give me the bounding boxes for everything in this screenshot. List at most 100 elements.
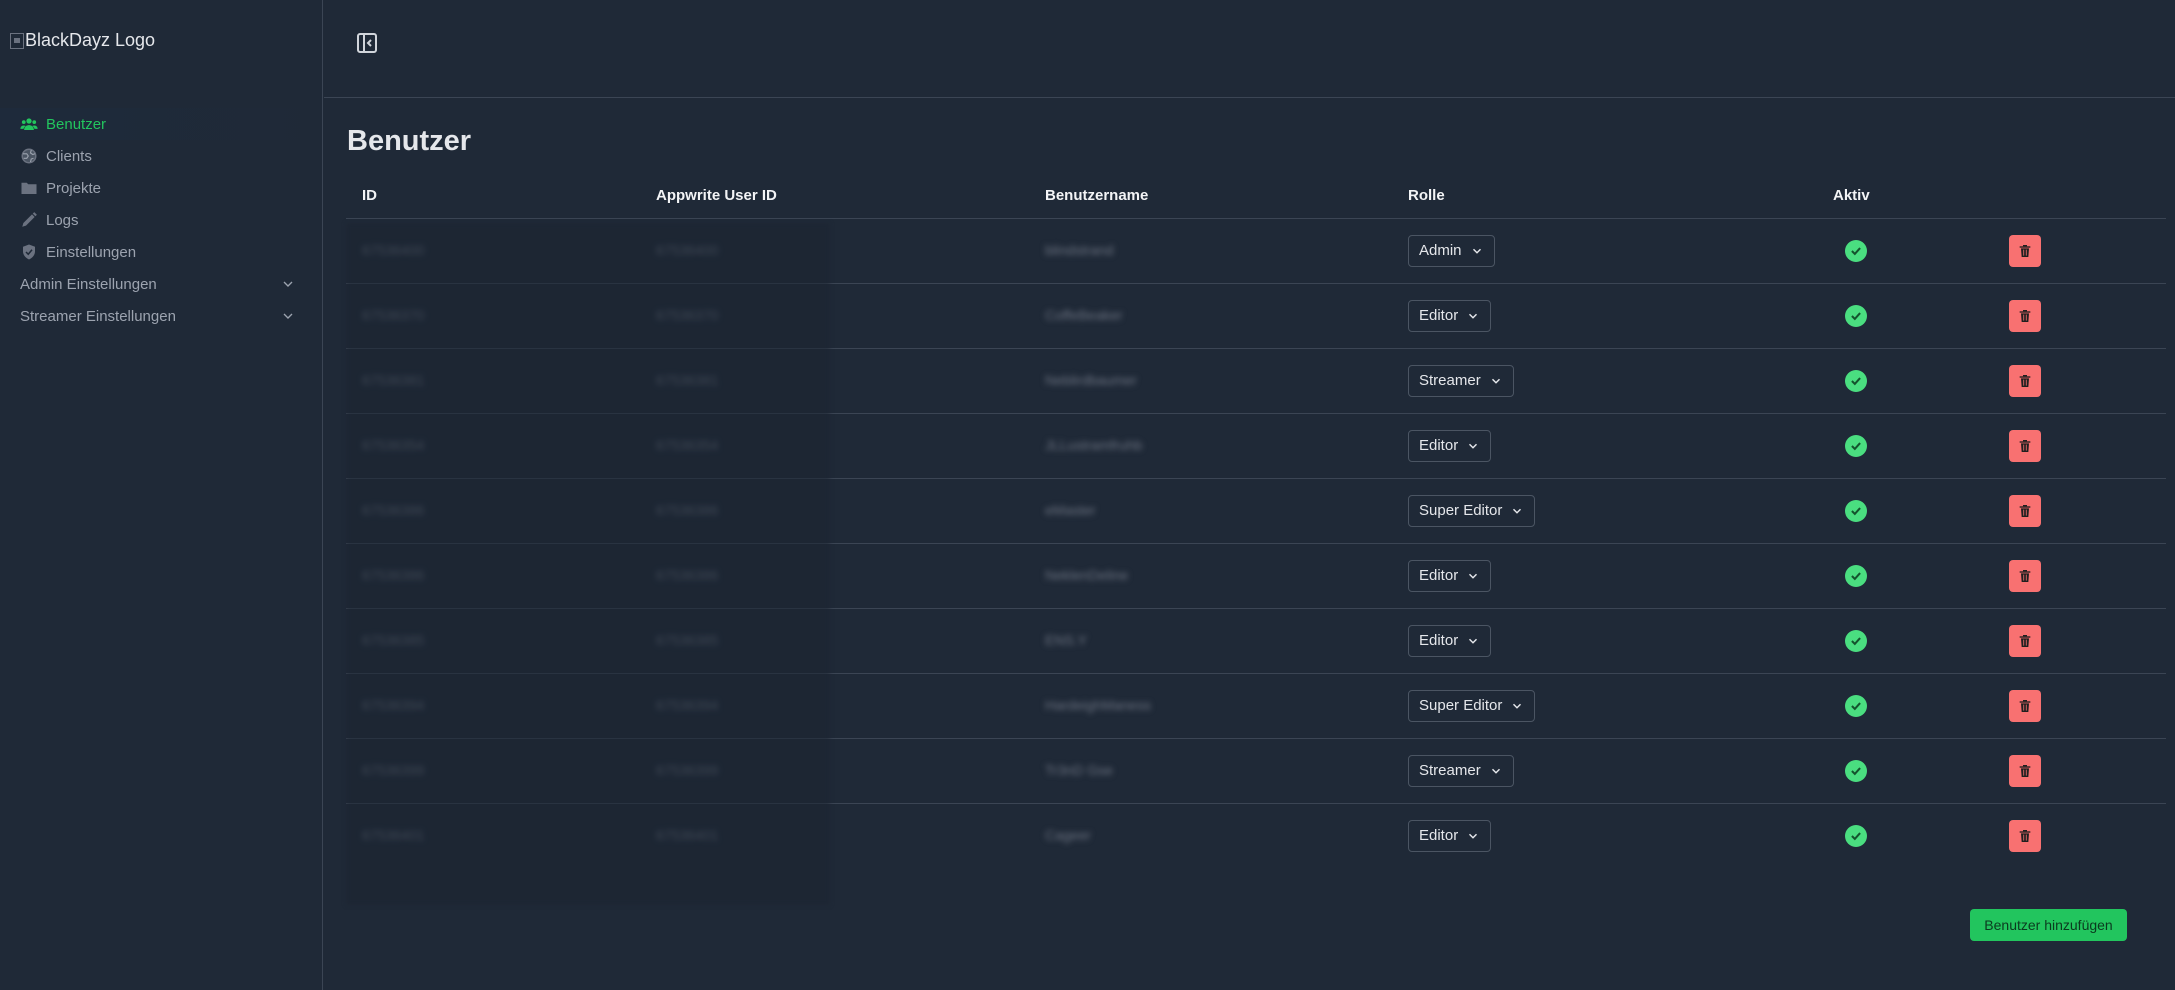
- cell-actions: [1993, 413, 2166, 479]
- user-id: 67536385: [362, 632, 425, 648]
- cell-actions: [1993, 673, 2166, 739]
- appwrite-user-id: 67536385: [656, 632, 719, 648]
- column-header-id: ID: [346, 174, 640, 219]
- username: HardeighManess: [1045, 697, 1151, 713]
- role-value: Streamer: [1419, 762, 1481, 779]
- delete-user-button[interactable]: [2009, 689, 2041, 722]
- role-select[interactable]: Super Editor: [1408, 689, 1536, 722]
- cell-username: ENS.Y: [1029, 608, 1392, 674]
- cell-appwrite-id: 67536394: [640, 673, 1029, 739]
- sidebar: BlackDayz Logo Benutzer Clients Projekte…: [0, 0, 323, 990]
- chevron-down-icon: [283, 281, 293, 287]
- chevron-down-icon: [1469, 833, 1478, 839]
- table-row: 67536394 67536394 HardeighManess Super E…: [346, 673, 2166, 739]
- user-id: 67536386: [362, 567, 425, 583]
- cell-active: [1817, 283, 1993, 349]
- cell-actions: [1993, 348, 2166, 414]
- cell-appwrite-id: 67536370: [640, 283, 1029, 349]
- delete-user-button[interactable]: [2009, 754, 2041, 787]
- sidebar-item-projekte[interactable]: Projekte: [0, 172, 322, 204]
- user-id: 67536401: [362, 827, 425, 844]
- column-header-role: Rolle: [1392, 174, 1817, 219]
- cell-username: Tr3nD Gse: [1029, 738, 1392, 804]
- role-select[interactable]: Editor: [1408, 429, 1492, 462]
- trash-icon: [2019, 829, 2031, 842]
- users-table: ID Appwrite User ID Benutzername Rolle A…: [346, 174, 2166, 868]
- chevron-down-icon: [1491, 378, 1500, 384]
- cell-id: 67536381: [346, 348, 640, 414]
- username: Neblirdbaumer: [1045, 372, 1137, 388]
- check-circle-icon: [1845, 239, 1867, 262]
- sidebar-item-logs[interactable]: Logs: [0, 204, 322, 236]
- role-select[interactable]: Editor: [1408, 299, 1492, 332]
- cell-role: Streamer: [1392, 738, 1817, 804]
- cell-appwrite-id: 67536385: [640, 608, 1029, 674]
- delete-user-button[interactable]: [2009, 364, 2041, 397]
- cell-appwrite-id: 67536354: [640, 413, 1029, 479]
- user-id: 67536400: [362, 242, 425, 258]
- delete-user-button[interactable]: [2009, 429, 2041, 462]
- role-select[interactable]: Admin: [1408, 234, 1495, 267]
- cell-role: Editor: [1392, 413, 1817, 479]
- sidebar-group-streamer-einstellungen[interactable]: Streamer Einstellungen: [0, 300, 322, 332]
- sidebar-item-einstellungen[interactable]: Einstellungen: [0, 236, 322, 268]
- sidebar-collapse-icon: [357, 33, 377, 53]
- sidebar-group-admin-einstellungen[interactable]: Admin Einstellungen: [0, 268, 322, 300]
- folder-icon: [20, 179, 38, 197]
- table-header-row: ID Appwrite User ID Benutzername Rolle A…: [346, 174, 2166, 219]
- role-select[interactable]: Editor: [1408, 819, 1492, 852]
- role-select[interactable]: Editor: [1408, 559, 1492, 592]
- user-id: 67536354: [362, 437, 425, 453]
- cell-active: [1817, 478, 1993, 544]
- cell-role: Admin: [1392, 218, 1817, 284]
- appwrite-user-id: 67536386: [656, 567, 719, 583]
- role-value: Editor: [1419, 632, 1459, 649]
- role-select[interactable]: Super Editor: [1408, 494, 1536, 527]
- chevron-down-icon: [1469, 573, 1478, 579]
- add-user-button[interactable]: Benutzer hinzufügen: [1970, 909, 2127, 941]
- delete-user-button[interactable]: [2009, 559, 2041, 592]
- role-select[interactable]: Streamer: [1408, 364, 1514, 397]
- cell-actions: [1993, 218, 2166, 284]
- cell-active: [1817, 413, 1993, 479]
- sidebar-item-label: Logs: [46, 211, 79, 229]
- role-value: Super Editor: [1419, 697, 1503, 714]
- delete-user-button[interactable]: [2009, 624, 2041, 657]
- role-select[interactable]: Editor: [1408, 624, 1492, 657]
- username: CoffeBeaker: [1045, 307, 1123, 323]
- cell-username: Neblirdbaumer: [1029, 348, 1392, 414]
- chevron-down-icon: [1469, 313, 1478, 319]
- trash-icon: [2019, 764, 2031, 777]
- role-select[interactable]: Streamer: [1408, 754, 1514, 787]
- trash-icon: [2019, 374, 2031, 387]
- username: Tr3nD Gse: [1045, 762, 1113, 778]
- chevron-down-icon: [1469, 443, 1478, 449]
- cell-active: [1817, 738, 1993, 804]
- appwrite-user-id: 67536370: [656, 307, 719, 323]
- cell-id: 67536401: [346, 803, 640, 868]
- username: JLLustramfruhb: [1045, 437, 1143, 453]
- broken-image-icon: [10, 32, 24, 49]
- brand-logo[interactable]: BlackDayz Logo: [10, 30, 155, 51]
- cell-actions: [1993, 608, 2166, 674]
- appwrite-user-id: 67536394: [656, 697, 719, 713]
- chevron-down-icon: [283, 313, 293, 319]
- appwrite-user-id: 67536399: [656, 762, 719, 778]
- cell-role: Super Editor: [1392, 478, 1817, 544]
- sidebar-item-clients[interactable]: Clients: [0, 140, 322, 172]
- delete-user-button[interactable]: [2009, 299, 2041, 332]
- cell-username: CoffeBeaker: [1029, 283, 1392, 349]
- cell-actions: [1993, 803, 2166, 868]
- delete-user-button[interactable]: [2009, 819, 2041, 852]
- delete-user-button[interactable]: [2009, 494, 2041, 527]
- column-header-active: Aktiv: [1817, 174, 1993, 219]
- globe-icon: [20, 147, 38, 165]
- sidebar-toggle-button[interactable]: [355, 31, 379, 55]
- delete-user-button[interactable]: [2009, 234, 2041, 267]
- users-icon: [20, 115, 38, 133]
- trash-icon: [2019, 504, 2031, 517]
- user-id: 67536386: [362, 502, 425, 518]
- sidebar-item-benutzer[interactable]: Benutzer: [0, 108, 322, 140]
- username: blindstrand: [1045, 242, 1114, 258]
- appwrite-user-id: 67536386: [656, 502, 719, 518]
